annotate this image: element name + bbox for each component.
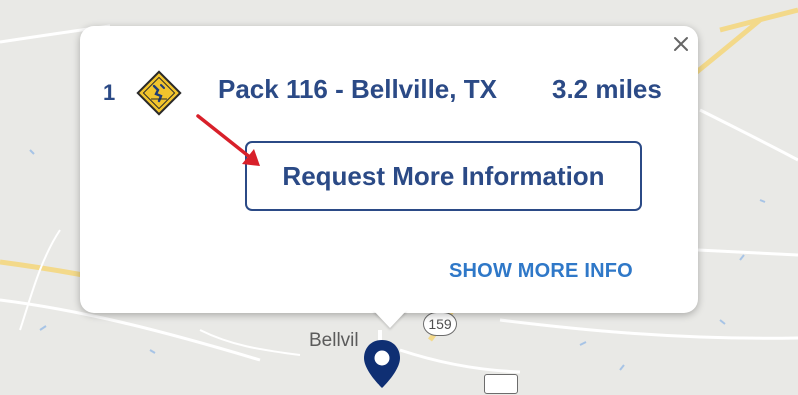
- highway-shield-icon: 159: [423, 312, 457, 336]
- red-arrow-annotation-icon: [190, 110, 270, 180]
- result-number: 1: [103, 80, 116, 105]
- highway-shield-icon: [484, 374, 518, 394]
- request-more-information-button[interactable]: Request More Information: [245, 141, 642, 211]
- close-icon: [674, 37, 688, 51]
- map-pin-icon[interactable]: [360, 338, 404, 390]
- cub-scout-badge-icon: [134, 68, 184, 118]
- show-more-info-link[interactable]: SHOW MORE INFO: [449, 260, 633, 283]
- pack-name[interactable]: Pack 116 - Bellville, TX: [218, 74, 497, 105]
- close-button[interactable]: [669, 32, 693, 56]
- map-town-label: Bellvil: [309, 330, 359, 351]
- distance-label: 3.2 miles: [552, 74, 662, 104]
- popup-tail: [373, 310, 407, 328]
